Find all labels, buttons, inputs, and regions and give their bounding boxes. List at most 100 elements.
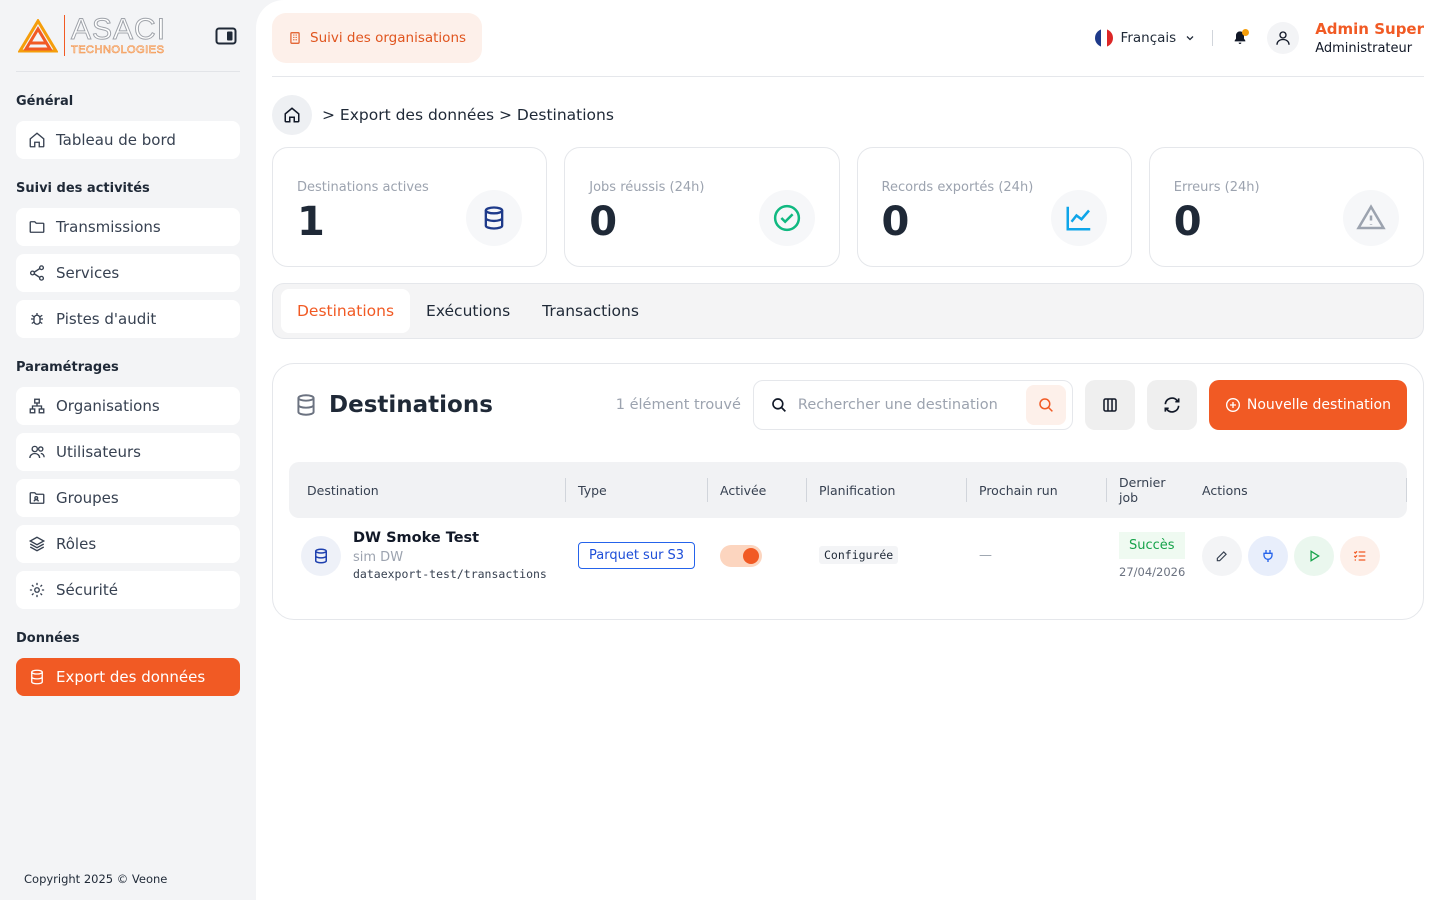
sidebar-item-label: Sécurité (56, 581, 118, 599)
edit-button[interactable] (1202, 535, 1242, 576)
plug-icon (1263, 549, 1273, 562)
chevron-down-icon (1186, 36, 1194, 41)
search-input[interactable] (797, 397, 1016, 413)
language-selector[interactable]: Français (1094, 29, 1197, 47)
destination-name[interactable]: DW Smoke Test (353, 530, 547, 546)
sidebar-item-users[interactable]: Utilisateurs (16, 433, 240, 471)
card-title: Destinations (289, 392, 493, 418)
org-tracking-label: Suivi des organisations (310, 30, 467, 46)
tabs: Destinations Exécutions Transactions (272, 283, 1424, 339)
tab-executions[interactable]: Exécutions (410, 289, 526, 333)
refresh-icon (1164, 397, 1180, 413)
sidebar-item-label: Export des données (56, 668, 206, 686)
last-job-date: 27/04/2026 (1119, 565, 1186, 579)
columns-icon (1103, 398, 1117, 412)
refresh-button[interactable] (1146, 380, 1197, 430)
warning-icon (1356, 204, 1386, 230)
stat-icon-wrap (1343, 190, 1399, 246)
cell-actions (1190, 518, 1407, 593)
search-icon (772, 398, 786, 412)
sidebar-item-audit[interactable]: Pistes d'audit (16, 300, 240, 338)
brand-tagline: TECHNOLOGIES (71, 44, 165, 56)
column-header-last-job[interactable]: Dernier job (1107, 462, 1190, 518)
planning-value: Configurée (819, 546, 899, 564)
columns-button[interactable] (1084, 380, 1135, 430)
send-icon (29, 265, 45, 281)
folder-icon (29, 221, 45, 233)
toggle-knob (743, 547, 759, 564)
home-button[interactable] (272, 95, 312, 135)
column-header-planning[interactable]: Planification (807, 462, 967, 518)
sidebar-item-label: Tableau de bord (56, 131, 176, 149)
sidebar-item-dashboard[interactable]: Tableau de bord (16, 121, 240, 159)
database-icon (31, 669, 43, 685)
enabled-toggle[interactable] (720, 544, 762, 567)
user-icon (1276, 31, 1290, 45)
destinations-table: Destination Type Activée Planification P… (289, 462, 1407, 593)
new-destination-label: Nouvelle destination (1246, 397, 1391, 413)
section-title-activities: Suivi des activités (16, 181, 150, 196)
chart-line-icon (1066, 206, 1090, 231)
sidebar: ASACI TECHNOLOGIES Général Tableau de bo… (0, 0, 256, 900)
layers-icon (28, 536, 46, 552)
run-button[interactable] (1294, 535, 1334, 576)
stat-card-errors: Erreurs (24h) 0 (1148, 147, 1424, 267)
history-button[interactable] (1340, 535, 1380, 576)
avatar[interactable] (1267, 22, 1300, 54)
stat-card-active-destinations: Destinations actives 1 (272, 147, 548, 267)
destinations-card: Destinations 1 élément trouvé Rechercher… (272, 363, 1424, 620)
sidebar-item-organisations[interactable]: Organisations (16, 387, 240, 425)
column-header-actions: Actions (1190, 462, 1407, 518)
org-tracking-button[interactable]: Suivi des organisations (272, 13, 483, 63)
sidebar-item-data-export[interactable]: Export des données (16, 658, 240, 696)
sidebar-item-label: Transmissions (56, 218, 161, 236)
gear-icon (29, 582, 45, 598)
stat-icon-wrap (1050, 190, 1107, 246)
type-badge: Parquet sur S3 (578, 542, 696, 569)
section-title-data: Données (16, 631, 80, 646)
org-icon (29, 398, 45, 414)
destination-subtitle: sim DW (353, 550, 404, 565)
sidebar-item-roles[interactable]: Rôles (16, 525, 240, 563)
notifications-button[interactable] (1229, 27, 1251, 49)
search-icon (1039, 398, 1053, 412)
next-run-value: — (979, 548, 992, 563)
topbar: Suivi des organisations Français Admin S… (272, 0, 1424, 77)
tab-destinations[interactable]: Destinations (281, 289, 411, 333)
cell-next-run: — (967, 518, 1107, 593)
search-button[interactable] (1025, 385, 1066, 425)
breadcrumb: > Export des données > Destinations (272, 95, 1424, 135)
play-icon (1310, 549, 1320, 562)
group-icon (29, 492, 45, 504)
logo-row: ASACI TECHNOLOGIES (16, 0, 240, 72)
column-header-next-run[interactable]: Prochain run (967, 462, 1107, 518)
sidebar-item-label: Pistes d'audit (56, 310, 157, 328)
new-destination-button[interactable]: Nouvelle destination (1208, 380, 1407, 430)
sidebar-item-groups[interactable]: Groupes (16, 479, 240, 517)
status-badge: Succès (1119, 532, 1185, 559)
breadcrumb-path[interactable]: > Export des données > Destinations (322, 106, 614, 124)
sidebar-toggle-icon (215, 27, 237, 44)
bug-icon (31, 313, 43, 325)
column-header-enabled[interactable]: Activée (708, 462, 807, 518)
list-check-icon (1353, 550, 1366, 561)
sidebar-collapse-button[interactable] (214, 24, 238, 48)
column-header-destination[interactable]: Destination (289, 462, 566, 518)
user-info[interactable]: Admin Super Administrateur (1315, 20, 1424, 56)
cell-planning: Configurée (807, 518, 967, 593)
card-tools: 1 élément trouvé Nouvelle destination (616, 380, 1407, 430)
users-icon (29, 445, 45, 459)
sidebar-item-transmissions[interactable]: Transmissions (16, 208, 240, 246)
pencil-icon (1216, 550, 1227, 561)
building-icon (290, 32, 300, 44)
section-title-general: Général (16, 94, 74, 109)
home-icon (29, 132, 45, 148)
sidebar-item-security[interactable]: Sécurité (16, 571, 240, 609)
stat-icon-wrap (466, 190, 523, 246)
tab-transactions[interactable]: Transactions (526, 289, 655, 333)
row-actions (1202, 535, 1395, 576)
test-connection-button[interactable] (1248, 535, 1288, 576)
column-header-type[interactable]: Type (566, 462, 708, 518)
brand-logo[interactable]: ASACI TECHNOLOGIES (18, 14, 166, 56)
sidebar-item-services[interactable]: Services (16, 254, 240, 292)
